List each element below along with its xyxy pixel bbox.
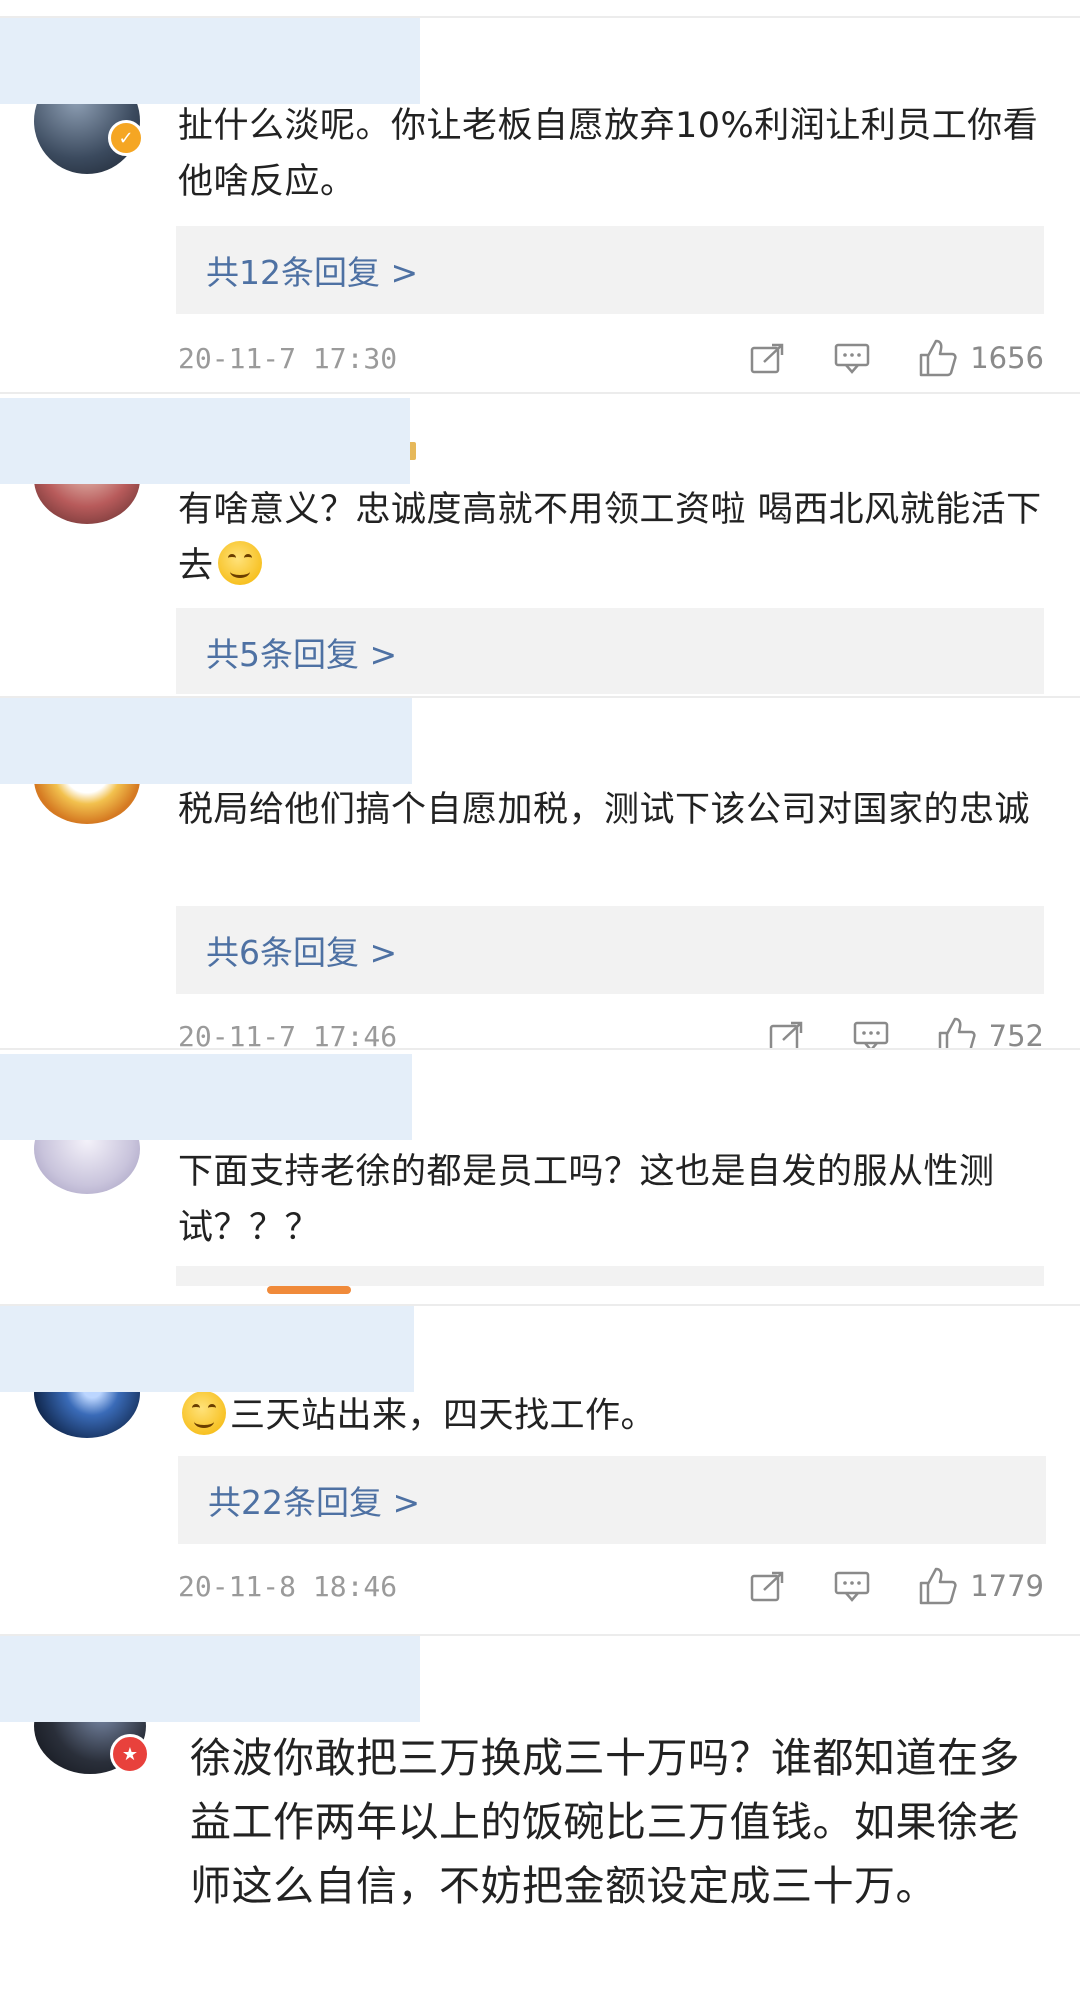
comment-card: ✓ 扯什么淡呢。你让老板自愿放弃10%利润让利员工你看他啥反应。 共12条回复 …: [0, 0, 1080, 394]
divider: [0, 1048, 1080, 1050]
like-button[interactable]: 1656: [918, 339, 1044, 377]
redaction-mask: [0, 1636, 420, 1722]
like-count: 1656: [970, 341, 1044, 375]
timestamp: 20-11-8 18:46: [178, 1569, 398, 1603]
like-icon: [919, 1567, 957, 1605]
comment-card: ★ 徐波你敢把三万换成三十万吗？谁都知道在多益工作两年以上的饭碗比三万值钱。如果…: [0, 1634, 1080, 1992]
comment-text: 下面支持老徐的都是员工吗？这也是自发的服从性测试？？？: [178, 1152, 995, 1248]
like-icon: [938, 1017, 976, 1048]
comment-meta: 20-11-7 17:30 1656: [178, 338, 1044, 378]
share-icon: [750, 343, 784, 374]
comment-text-content: 有啥意义？忠诚度高就不用领工资啦 喝西北风就能活下去: [178, 490, 1042, 586]
like-count: 752: [988, 1019, 1044, 1048]
like-button[interactable]: 1779: [918, 1567, 1044, 1605]
comment-text: 有啥意义？忠诚度高就不用领工资啦 喝西北风就能活下去: [178, 482, 1048, 594]
redaction-mask: [0, 1054, 412, 1140]
timestamp: 20-11-7 17:30: [178, 341, 398, 375]
comment-button[interactable]: [853, 1020, 889, 1048]
action-bar: 1779: [702, 1567, 1044, 1605]
action-bar: 1656: [702, 339, 1044, 377]
scroll-indicator: [267, 1286, 351, 1294]
reply-count-link[interactable]: 共5条回复 >: [176, 608, 1044, 694]
action-bar: 752: [721, 1017, 1044, 1048]
reply-count-link[interactable]: 共22条回复 >: [178, 1456, 1046, 1544]
like-button[interactable]: 752: [937, 1017, 1044, 1048]
comment-text: 徐波你敢把三万换成三十万吗？谁都知道在多益工作两年以上的饭碗比三万值钱。如果徐老…: [190, 1734, 1020, 1910]
share-icon: [769, 1021, 802, 1048]
share-button[interactable]: [769, 1020, 805, 1048]
reply-count-link[interactable]: 共6条回复 >: [176, 906, 1044, 994]
timestamp: 20-11-7 17:46: [178, 1019, 398, 1049]
comment-icon: [834, 343, 870, 374]
comment-icon: [834, 1571, 870, 1602]
comment-meta: 20-11-8 18:46 1779: [178, 1566, 1044, 1606]
comment-button[interactable]: [834, 342, 870, 374]
redaction-mask: [0, 18, 420, 104]
comment-card: 三天站出来，四天找工作。 共22条回复 > 20-11-8 18:46 1779: [0, 1294, 1080, 1634]
comment-text-content: 三天站出来，四天找工作。: [230, 1396, 657, 1436]
like-count: 1779: [970, 1569, 1044, 1603]
grin-emoji-icon: [217, 541, 262, 585]
comment-text: 三天站出来，四天找工作。: [178, 1388, 1048, 1444]
comment-icon: [853, 1021, 888, 1048]
reply-box-partial: [176, 1266, 1044, 1286]
comment-card: 有啥意义？忠诚度高就不用领工资啦 喝西北风就能活下去 共5条回复 >: [0, 394, 1080, 694]
smile-emoji-icon: [182, 1391, 226, 1435]
comment-button[interactable]: [834, 1570, 870, 1602]
comment-text: 税局给他们搞个自愿加税，测试下该公司对国家的忠诚: [178, 790, 1031, 830]
comment-card: 税局给他们搞个自愿加税，测试下该公司对国家的忠诚 共6条回复 > 20-11-7…: [0, 694, 1080, 1048]
comment-text: 扯什么淡呢。你让老板自愿放弃10%利润让利员工你看他啥反应。: [178, 106, 1039, 202]
share-icon: [750, 1571, 784, 1602]
like-icon: [919, 339, 957, 377]
comment-card: 下面支持老徐的都是员工吗？这也是自发的服从性测试？？？: [0, 1048, 1080, 1294]
reply-count-link[interactable]: 共12条回复 >: [176, 226, 1044, 314]
redaction-mask: [0, 398, 410, 484]
redaction-mask: [0, 1306, 414, 1392]
verified-badge-icon: ✓: [108, 120, 144, 156]
member-badge-icon: ★: [110, 1734, 150, 1774]
redaction-mask: [0, 698, 412, 784]
comment-meta: 20-11-7 17:46 752: [178, 1016, 1044, 1048]
share-button[interactable]: [750, 1570, 786, 1602]
share-button[interactable]: [750, 342, 786, 374]
